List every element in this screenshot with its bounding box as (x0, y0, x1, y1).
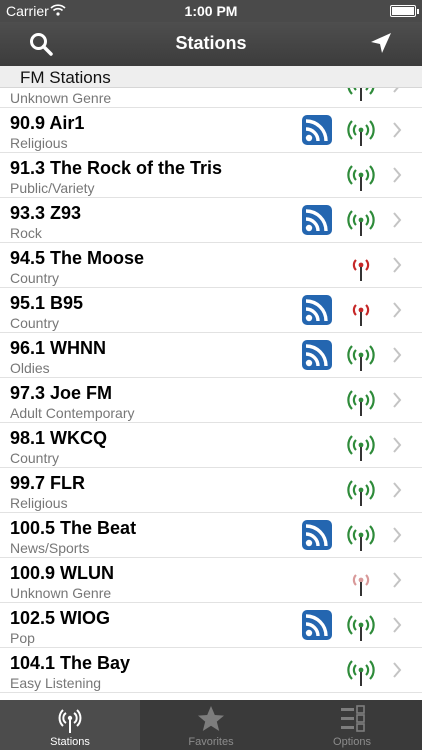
chevron-right-icon (392, 617, 402, 633)
section-header: FM Stations (0, 66, 422, 88)
station-row[interactable]: 102.5 WIOG Pop (0, 603, 422, 648)
page-title: Stations (175, 33, 247, 53)
station-genre: Pop (10, 630, 35, 646)
station-genre: Oldies (10, 360, 50, 376)
signal-tower-icon (344, 339, 378, 373)
station-genre: Adult Contemporary (10, 405, 135, 421)
station-row[interactable]: 90.9 Air1 Religious (0, 108, 422, 153)
station-name: 94.5 The Moose (10, 248, 145, 268)
station-name: 97.3 Joe FM (10, 383, 113, 403)
station-genre: Unknown Genre (10, 90, 112, 106)
signal-tower-icon (344, 159, 378, 193)
tab-label: Favorites (188, 736, 234, 748)
station-row[interactable]: 95.1 B95 Country (0, 288, 422, 333)
station-name: 100.5 The Beat (10, 518, 137, 538)
chevron-right-icon (392, 662, 402, 678)
station-name: 98.1 WKCQ (10, 428, 108, 448)
station-name: 102.5 WIOG (10, 608, 111, 628)
stream-feed-icon[interactable] (302, 295, 332, 325)
station-name: 99.7 FLR (10, 473, 86, 493)
location-arrow-icon[interactable] (370, 32, 392, 54)
tab-bar: Stations Favorites Options (0, 700, 422, 750)
station-list[interactable]: Unknown Genre 90.9 Air1 Religious 91.3 The … (0, 88, 422, 700)
station-genre: Rock (10, 225, 42, 241)
station-row[interactable]: 104.5 Wheelz FM (0, 693, 422, 700)
tab-stations[interactable]: Stations (0, 700, 140, 750)
chevron-right-icon (392, 122, 402, 138)
station-row[interactable]: 94.5 The Moose Country (0, 243, 422, 288)
signal-tower-icon (344, 204, 378, 238)
tab-label: Options (333, 736, 371, 748)
station-genre: Religious (10, 495, 68, 511)
station-name: 100.9 WLUN (10, 563, 115, 583)
signal-tower-icon (344, 564, 378, 598)
chevron-right-icon (392, 257, 402, 273)
chevron-right-icon (392, 88, 402, 93)
battery-icon (390, 5, 419, 17)
section-title: FM Stations (20, 68, 111, 87)
stream-feed-icon[interactable] (302, 610, 332, 640)
station-genre: News/Sports (10, 540, 90, 556)
station-name: 96.1 WHNN (10, 338, 107, 358)
chevron-right-icon (392, 527, 402, 543)
station-row[interactable]: 96.1 WHNN Oldies (0, 333, 422, 378)
navigation-bar: Stations (0, 22, 422, 66)
station-row[interactable]: 99.7 FLR Religious (0, 468, 422, 513)
stream-feed-icon[interactable] (302, 205, 332, 235)
chevron-right-icon (392, 437, 402, 453)
chevron-right-icon (392, 572, 402, 588)
station-genre: Country (10, 450, 60, 466)
tab-favorites[interactable]: Favorites (141, 700, 281, 750)
station-name: 90.9 Air1 (10, 113, 85, 133)
chevron-right-icon (392, 302, 402, 318)
station-name: 93.3 Z93 (10, 203, 82, 223)
station-name: 104.1 The Bay (10, 653, 131, 673)
stream-feed-icon[interactable] (302, 115, 332, 145)
station-row[interactable]: 104.1 The Bay Easy Listening (0, 648, 422, 693)
station-genre: Country (10, 315, 60, 331)
signal-tower-icon (344, 114, 378, 148)
station-name: 91.3 The Rock of the Tris (10, 158, 223, 178)
station-name: 95.1 B95 (10, 293, 84, 313)
signal-tower-icon (344, 609, 378, 643)
stream-feed-icon[interactable] (302, 340, 332, 370)
status-bar: Carrier 1:00 PM (0, 0, 422, 22)
clock: 1:00 PM (184, 3, 238, 19)
station-row[interactable]: 91.3 The Rock of the Tris Public/Variety (0, 153, 422, 198)
station-genre: Religious (10, 135, 68, 151)
station-row[interactable]: 100.9 WLUN Unknown Genre (0, 558, 422, 603)
station-genre: Country (10, 270, 60, 286)
chevron-right-icon (392, 167, 402, 183)
signal-tower-icon (344, 249, 378, 283)
station-genre: Public/Variety (10, 180, 95, 196)
tab-label: Stations (50, 736, 90, 748)
signal-tower-icon (344, 429, 378, 463)
signal-tower-icon (344, 474, 378, 508)
station-row[interactable]: 93.3 Z93 Rock (0, 198, 422, 243)
tab-options[interactable]: Options (282, 700, 422, 750)
signal-tower-icon (344, 88, 378, 103)
signal-tower-icon (344, 384, 378, 418)
signal-tower-icon (344, 654, 378, 688)
station-genre: Easy Listening (10, 675, 102, 691)
signal-tower-icon (344, 294, 378, 328)
station-genre: Unknown Genre (10, 585, 112, 601)
chevron-right-icon (392, 392, 402, 408)
signal-tower-icon (344, 519, 378, 553)
station-row[interactable]: Unknown Genre (0, 88, 422, 108)
chevron-right-icon (392, 212, 402, 228)
station-row[interactable]: 98.1 WKCQ Country (0, 423, 422, 468)
chevron-right-icon (392, 482, 402, 498)
station-row[interactable]: 97.3 Joe FM Adult Contemporary (0, 378, 422, 423)
station-row[interactable]: 100.5 The Beat News/Sports (0, 513, 422, 558)
stream-feed-icon[interactable] (302, 520, 332, 550)
chevron-right-icon (392, 347, 402, 363)
